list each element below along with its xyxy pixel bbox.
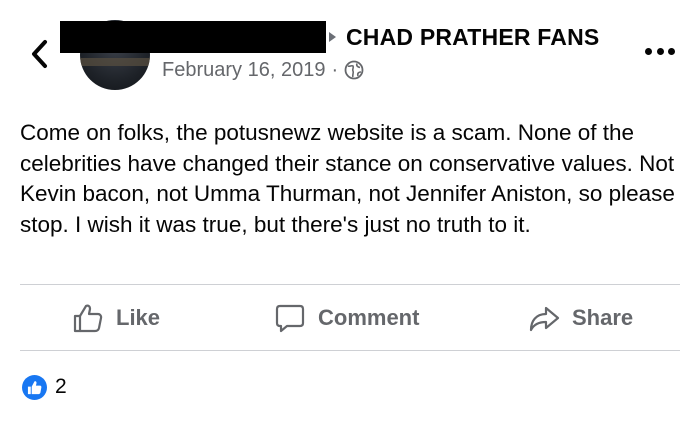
share-label: Share [572,305,634,330]
divider [20,284,680,285]
redacted-author-name [60,21,326,53]
more-options-button[interactable] [645,44,675,58]
group-name-link[interactable]: CHAD PRATHER FANS [346,24,599,51]
post-meta: February 16, 2019 · [162,56,364,84]
caret-right-icon [329,32,336,42]
post-text: Come on folks, the potusnewz website is … [20,120,675,237]
thumbs-up-icon [73,304,103,333]
comment-label: Comment [318,305,420,330]
reaction-count: 2 [55,375,67,398]
reactions-summary[interactable]: 2 [22,374,67,400]
post-header: CHAD PRATHER FANS February 16, 2019 · [0,0,700,100]
chevron-left-icon [32,40,47,68]
comment-button[interactable]: Comment [274,286,419,350]
divider [20,350,680,351]
comment-bubble-icon [275,304,305,333]
share-arrow-icon [529,306,560,332]
more-dots-icon [645,47,652,55]
meta-separator: · [331,58,339,81]
post-date[interactable]: February 16, 2019 [162,59,325,82]
post-actions: Like Comment Share [20,286,680,350]
like-label: Like [116,305,161,330]
like-reaction-icon [22,374,47,400]
like-button[interactable]: Like [72,286,160,350]
back-button[interactable] [28,38,52,70]
globe-icon [344,60,364,80]
share-button[interactable]: Share [528,286,633,350]
